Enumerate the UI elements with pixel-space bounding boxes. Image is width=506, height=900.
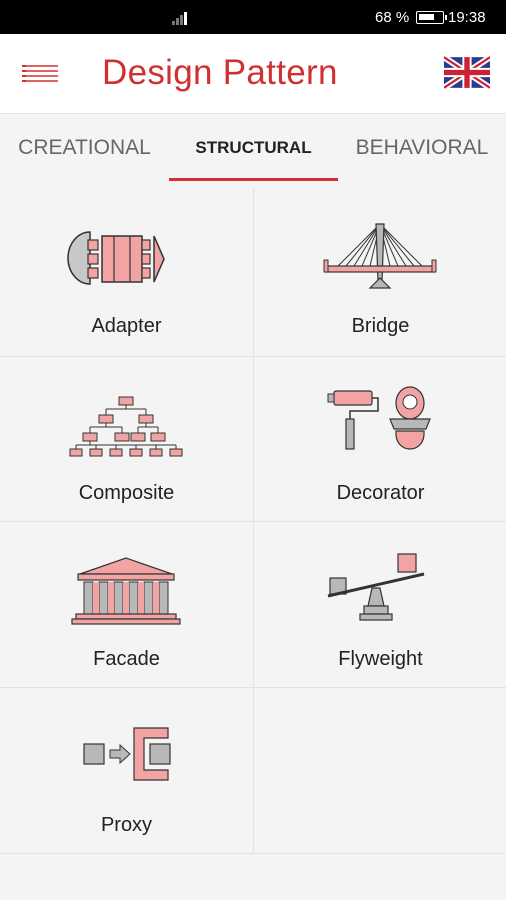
clock: 19:38 bbox=[448, 9, 486, 26]
decorator-icon bbox=[327, 386, 431, 450]
adapter-icon bbox=[67, 231, 165, 285]
battery-icon bbox=[416, 11, 447, 24]
pattern-label-facade: Facade bbox=[93, 648, 160, 670]
app-title: Design Pattern bbox=[102, 53, 338, 92]
pattern-card-flyweight[interactable]: Flyweight bbox=[253, 522, 506, 688]
pattern-label-bridge: Bridge bbox=[351, 315, 410, 337]
tab-structural[interactable]: STRUCTURAL bbox=[169, 115, 338, 181]
pattern-card-adapter[interactable]: Adapter bbox=[0, 188, 253, 357]
pattern-label-composite: Composite bbox=[78, 482, 175, 504]
pattern-label-adapter: Adapter bbox=[91, 315, 162, 337]
pattern-card-decorator[interactable]: Decorator bbox=[253, 357, 506, 522]
pattern-card-bridge[interactable]: Bridge bbox=[253, 188, 506, 357]
bridge-icon bbox=[323, 223, 437, 289]
pattern-label-proxy: Proxy bbox=[100, 814, 153, 836]
menu-button[interactable] bbox=[14, 56, 66, 92]
flyweight-seesaw-icon bbox=[327, 553, 425, 621]
tab-indicator bbox=[169, 178, 338, 181]
composite-tree-icon bbox=[69, 396, 183, 457]
tab-bar: CREATIONAL STRUCTURAL BEHAVIORAL bbox=[0, 115, 506, 181]
tab-creational[interactable]: CREATIONAL bbox=[0, 115, 169, 181]
pattern-card-composite[interactable]: Composite bbox=[0, 357, 253, 522]
pattern-label-decorator: Decorator bbox=[336, 482, 425, 504]
pattern-card-proxy[interactable]: Proxy bbox=[0, 688, 253, 854]
status-bar: 68 % 19:38 bbox=[0, 0, 506, 34]
tab-behavioral[interactable]: BEHAVIORAL bbox=[338, 115, 506, 181]
language-button[interactable] bbox=[442, 54, 492, 91]
empty-cell bbox=[253, 688, 506, 854]
proxy-icon bbox=[83, 727, 171, 781]
signal-icon bbox=[172, 12, 187, 25]
uk-flag-icon bbox=[442, 54, 492, 91]
pattern-label-flyweight: Flyweight bbox=[338, 648, 423, 670]
app-bar: Design Pattern bbox=[0, 34, 506, 114]
pattern-card-facade[interactable]: Facade bbox=[0, 522, 253, 688]
facade-building-icon bbox=[71, 557, 181, 625]
battery-percent: 68 % bbox=[375, 9, 410, 26]
menu-lines-icon bbox=[22, 65, 58, 82]
